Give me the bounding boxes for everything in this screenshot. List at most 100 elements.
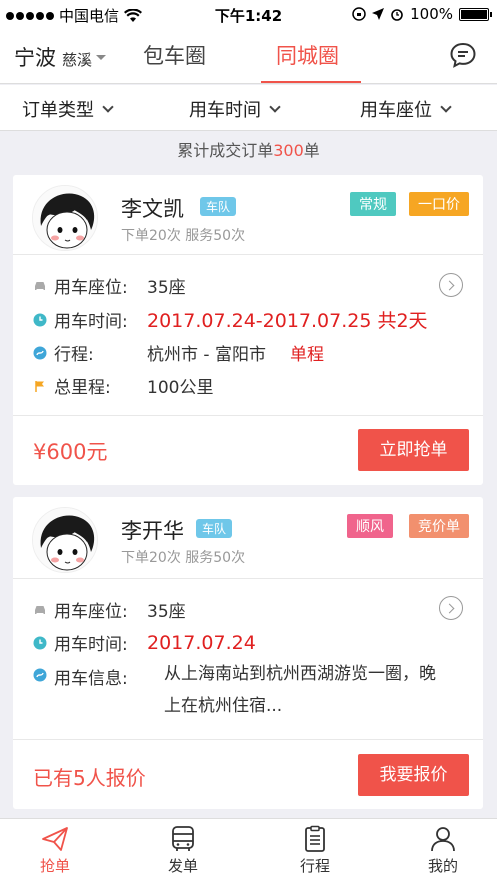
tab-itinerary[interactable]: 行程 <box>270 825 360 876</box>
battery-icon <box>459 7 492 21</box>
row-value: 35座 <box>147 278 186 298</box>
detail-row-time: 用车时间: 2017.07.24 <box>33 630 256 655</box>
detail-row-time: 用车时间: 2017.07.24-2017.07.25 共2天 <box>33 306 428 333</box>
tab-label: 我的 <box>427 857 458 875</box>
row-label: 用车时间: <box>54 635 128 655</box>
row-label: 用车时间: <box>54 312 128 332</box>
team-badge: 车队 <box>196 519 233 538</box>
row-label: 用车信息: <box>54 669 128 689</box>
clock-icon <box>33 313 47 326</box>
row-value: 2017.07.24 <box>147 631 256 654</box>
caret-down-icon <box>96 54 107 60</box>
tab-charter-circle[interactable]: 包车圈 <box>143 40 206 70</box>
tab-post-order[interactable]: 发单 <box>138 825 228 876</box>
bus-icon <box>172 826 194 851</box>
bid-count-label: 已有5人报价 <box>33 766 146 790</box>
top-navigation: 宁波 慈溪 包车圈 同城圈 <box>0 28 497 84</box>
tag-bidding: 竞价单 <box>409 514 469 538</box>
tab-label: 行程 <box>299 857 330 875</box>
summary-suffix: 单 <box>303 141 320 160</box>
chevron-down-icon <box>440 100 452 113</box>
clipboard-icon <box>305 825 325 852</box>
paper-plane-icon <box>42 827 68 851</box>
team-badge: 车队 <box>200 197 237 216</box>
chevron-right-circle-icon[interactable] <box>439 273 463 297</box>
filter-label: 订单类型 <box>22 100 94 121</box>
filter-order-type[interactable]: 订单类型 <box>22 96 114 122</box>
price-label: ¥600元 <box>33 440 108 464</box>
active-tab-indicator <box>261 81 361 83</box>
status-bar: 中国电信 下午1:42 100% <box>0 0 497 28</box>
driver-stats: 下单20次 服务50次 <box>121 228 246 244</box>
row-label: 行程: <box>54 345 94 365</box>
car-icon <box>35 605 45 614</box>
detail-row-info: 用车信息: 从上海南站到杭州西湖游览一圈，晚 上在杭州住宿... <box>33 664 469 722</box>
car-icon <box>35 281 45 290</box>
detail-row-seats: 用车座位: 35座 <box>33 273 186 298</box>
city-selector[interactable]: 宁波 慈溪 <box>14 42 107 72</box>
detail-row-route: 行程: 杭州市 - 富阳市 单程 <box>33 340 324 365</box>
driver-stats: 下单20次 服务50次 <box>121 550 246 566</box>
grab-order-button[interactable]: 立即抢单 <box>358 429 469 471</box>
deal-summary: 累计成交订单300单 <box>0 131 497 173</box>
battery-percent: 100% <box>410 5 453 23</box>
tab-grab-order[interactable]: 抢单 <box>10 825 100 876</box>
divider <box>13 739 483 740</box>
tab-label: 发单 <box>167 857 198 875</box>
route-icon <box>33 346 47 359</box>
district-label: 慈溪 <box>62 51 93 69</box>
divider <box>13 578 483 579</box>
detail-row-distance: 总里程: 100公里 <box>33 373 213 398</box>
summary-count: 300 <box>273 141 304 160</box>
tab-profile[interactable]: 我的 <box>398 825 488 876</box>
divider <box>13 415 483 416</box>
chevron-down-icon <box>269 100 281 113</box>
divider <box>13 254 483 255</box>
city-label: 宁波 <box>14 46 56 70</box>
summary-prefix: 累计成交订单 <box>177 141 274 160</box>
person-icon <box>431 827 455 852</box>
avatar-illustration <box>33 186 97 250</box>
info-line-1: 从上海南站到杭州西湖游览一圈，晚 <box>164 664 436 684</box>
driver-name: 李文凯 <box>121 197 184 221</box>
alarm-icon <box>391 9 403 21</box>
row-label: 用车座位: <box>54 602 128 622</box>
rotation-lock-icon <box>352 7 366 21</box>
chat-bubble-icon[interactable] <box>449 41 477 69</box>
chevron-down-icon <box>102 100 114 113</box>
chevron-right-circle-icon[interactable] <box>439 596 463 620</box>
detail-row-seats: 用车座位: 35座 <box>33 597 186 622</box>
tag-rideshare: 顺风 <box>347 514 393 538</box>
row-value: 35座 <box>147 602 186 622</box>
order-card[interactable]: 李文凯 车队 下单20次 服务50次 常规 一口价 用车座位: 35座 用车时间… <box>13 175 483 485</box>
row-value: 2017.07.24-2017.07.25 共2天 <box>147 310 428 332</box>
tab-label: 抢单 <box>39 857 70 875</box>
quote-button[interactable]: 我要报价 <box>358 754 469 796</box>
driver-name: 李开华 <box>121 519 184 543</box>
bottom-tab-bar: 抢单 发单 行程 我的 <box>0 818 497 883</box>
info-line-2: 上在杭州住宿... <box>164 696 283 716</box>
clock-icon <box>33 636 47 649</box>
filter-label: 用车时间 <box>189 100 261 121</box>
avatar-illustration <box>33 508 97 572</box>
avatar[interactable] <box>32 507 98 573</box>
status-right: 100% <box>352 5 492 23</box>
row-value: 杭州市 - 富阳市 <box>147 345 266 365</box>
row-label: 用车座位: <box>54 278 128 298</box>
order-card[interactable]: 李开华 车队 下单20次 服务50次 顺风 竞价单 用车座位: 35座 用车时间… <box>13 497 483 809</box>
avatar[interactable] <box>32 185 98 251</box>
row-value: 100公里 <box>147 378 214 398</box>
tag-fixed-price: 一口价 <box>409 192 469 216</box>
trip-type: 单程 <box>289 345 324 365</box>
location-icon <box>372 8 385 20</box>
filter-label: 用车座位 <box>360 100 432 121</box>
filter-use-time[interactable]: 用车时间 <box>189 96 281 122</box>
tab-city-circle[interactable]: 同城圈 <box>276 40 339 70</box>
route-icon <box>33 668 47 682</box>
filter-bar: 订单类型 用车时间 用车座位 <box>0 85 497 131</box>
tag-regular: 常规 <box>350 192 396 216</box>
row-value: 从上海南站到杭州西湖游览一圈，晚 上在杭州住宿... <box>164 658 469 722</box>
row-label: 总里程: <box>54 378 111 398</box>
filter-seats[interactable]: 用车座位 <box>360 96 452 122</box>
flag-icon <box>35 380 44 392</box>
